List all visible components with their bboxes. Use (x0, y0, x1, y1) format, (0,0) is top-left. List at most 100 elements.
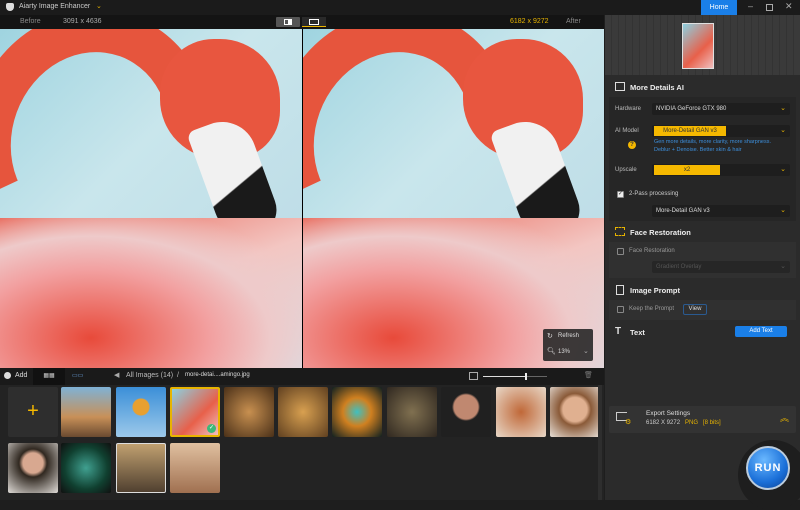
hardware-dropdown[interactable]: NVIDIA GeForce GTX 980 ⌄ (652, 103, 790, 115)
export-format: PNG (685, 420, 699, 426)
after-label: After (566, 18, 581, 25)
title-bar: Aiarty Image Enhancer ⌄ Home – ✕ (0, 0, 800, 15)
back-arrow-icon[interactable]: ◀ (114, 371, 119, 379)
ai-model-dropdown[interactable]: More-Detail GAN v3 ⌄ (652, 125, 790, 137)
text-icon: T (615, 326, 622, 337)
more-details-title: More Details AI (630, 83, 684, 92)
thumbnail-balloon[interactable] (116, 387, 166, 437)
run-button[interactable]: RUN (746, 446, 790, 490)
model-description-2: Deblur + Denoise. Better skin & hair (654, 147, 742, 153)
before-image[interactable] (0, 29, 302, 368)
side-by-side-button[interactable] (302, 17, 326, 27)
after-size: 6182 x 9272 (510, 18, 549, 25)
zoom-panel: ↻ Refresh 🔍︎ 13% ⌄ (543, 329, 593, 361)
hardware-label: Hardware (615, 106, 642, 112)
before-label: Before (20, 18, 41, 25)
refresh-button[interactable]: Refresh (558, 333, 579, 339)
chevron-up-double-icon[interactable]: ︽ (780, 411, 789, 424)
text-title: Text (630, 328, 645, 337)
thumbnail-size-slider[interactable] (483, 373, 547, 380)
preview-thumbnail (682, 23, 714, 69)
thumbnail-puppy[interactable] (224, 387, 274, 437)
export-size: 6182 X 9272 (646, 420, 681, 426)
settings-panel: More Details AI Hardware NVIDIA GeForce … (605, 15, 800, 510)
before-size: 3091 x 4636 (63, 18, 102, 25)
thumbnail-lion-cub[interactable] (61, 387, 111, 437)
chevron-down-icon: ⌄ (780, 105, 786, 112)
thumbnail-group[interactable] (116, 443, 166, 493)
close-icon[interactable]: ✕ (785, 1, 793, 12)
split-view-button[interactable] (276, 17, 300, 27)
more-details-section (609, 97, 796, 221)
thumbnail-fantasy[interactable] (332, 387, 382, 437)
upscale-label: Upscale (615, 167, 637, 173)
chevron-down-icon: ⌄ (780, 127, 786, 134)
filmstrip-view-icon[interactable]: ▭▭ (72, 372, 83, 379)
app-title: Aiarty Image Enhancer (19, 3, 91, 10)
image-prompt-icon (616, 285, 624, 295)
gear-icon: ⚙ (625, 419, 632, 426)
zoom-dropdown-icon[interactable]: ⌄ (583, 347, 589, 355)
help-icon[interactable]: ? (628, 141, 636, 149)
thumbnail-woman[interactable] (550, 387, 600, 437)
refresh-icon[interactable]: ↻ (547, 332, 553, 340)
export-settings-bar[interactable]: ⚙ Export Settings 6182 X 9272 PNG [8 bit… (609, 406, 796, 433)
face-restoration-option: Gradient Overlay (656, 264, 702, 270)
two-pass-model-dropdown[interactable]: More-Detail GAN v3 ⌄ (652, 205, 790, 217)
gallery-scrollbar[interactable] (598, 385, 602, 500)
keep-prompt-label: Keep the Prompt (629, 306, 675, 312)
face-restoration-title: Face Restoration (630, 228, 691, 237)
add-image-button[interactable]: + (8, 387, 58, 437)
compare-toolbar: Before 3091 x 4636 6182 x 9272 After (0, 15, 604, 29)
add-icon[interactable] (4, 372, 11, 379)
zoom-level[interactable]: 13% (558, 349, 570, 355)
thumbnail-friends[interactable] (170, 443, 220, 493)
chevron-down-icon: ⌄ (780, 207, 786, 214)
two-pass-model-value: More-Detail GAN v3 (656, 208, 710, 214)
ai-model-value: More-Detail GAN v3 (654, 126, 726, 136)
chevron-down-icon[interactable]: ⌄ (96, 2, 102, 10)
export-bits: [8 bits] (703, 420, 721, 426)
face-restoration-checkbox[interactable] (617, 248, 624, 255)
breadcrumb-all-images[interactable]: All Images (14) (126, 372, 173, 379)
upscale-dropdown[interactable]: x2 ⌄ (652, 164, 790, 176)
app-logo-icon (6, 3, 14, 11)
thumbnail-girl-dog[interactable] (496, 387, 546, 437)
maximize-icon[interactable] (766, 4, 773, 11)
image-prompt-title: Image Prompt (630, 286, 681, 295)
face-restoration-dropdown[interactable]: Gradient Overlay ⌄ (652, 261, 790, 273)
image-size-icon (469, 372, 478, 380)
breadcrumb-current-file: more-detai....amingo.jpg (185, 372, 250, 378)
ai-model-label: AI Model (615, 128, 639, 134)
thumbnail-lion[interactable] (278, 387, 328, 437)
thumbnail-man[interactable] (441, 387, 491, 437)
add-text-button[interactable]: Add Text (735, 326, 787, 337)
thumbnail-peacock[interactable] (61, 443, 111, 493)
zoom-icon: 🔍︎ (547, 348, 556, 355)
minimize-icon[interactable]: – (748, 1, 753, 11)
chevron-down-icon: ⌄ (780, 166, 786, 173)
view-prompt-button[interactable]: View (683, 304, 707, 315)
hardware-value: NVIDIA GeForce GTX 980 (656, 106, 727, 112)
gallery-toolbar: Add ▦▦ ▭▭ ◀ All Images (14) / more-detai… (0, 368, 604, 385)
check-icon: ✓ (207, 424, 216, 433)
thumbnail-butterfly[interactable] (387, 387, 437, 437)
breadcrumb-separator: / (177, 372, 179, 379)
after-image[interactable]: ↻ Refresh 🔍︎ 13% ⌄ (302, 29, 604, 368)
navigator-preview[interactable] (605, 15, 800, 75)
grid-view-icon[interactable]: ▦▦ (33, 368, 65, 385)
add-button[interactable]: Add (15, 372, 27, 379)
face-restoration-label: Face Restoration (629, 248, 675, 254)
thumbnail-gallery: + ✓ (0, 385, 604, 500)
two-pass-label: 2-Pass processing (629, 191, 679, 197)
keep-prompt-checkbox[interactable] (617, 306, 624, 313)
slider-handle[interactable] (524, 373, 527, 380)
chevron-down-icon: ⌄ (780, 263, 786, 270)
home-button[interactable]: Home (701, 0, 737, 15)
model-description-1: Gen more details, more clarity, more sha… (654, 139, 771, 145)
thumbnail-flamingo-selected[interactable]: ✓ (170, 387, 220, 437)
trash-icon[interactable]: 🗑︎ (584, 371, 593, 379)
two-pass-checkbox[interactable]: ✓ (617, 191, 624, 198)
export-title: Export Settings (646, 410, 691, 417)
thumbnail-portrait[interactable] (8, 443, 58, 493)
